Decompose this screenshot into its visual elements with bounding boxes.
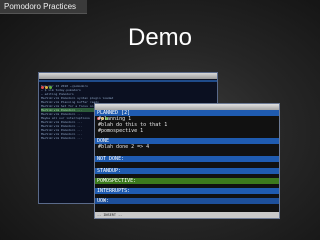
window-titlebar[interactable]	[39, 73, 217, 89]
section-uow: UOW:	[95, 198, 279, 204]
minimize-icon[interactable]	[45, 86, 48, 89]
vim-status-line: -- INSERT --	[95, 212, 279, 218]
zoom-icon[interactable]	[49, 86, 52, 89]
terminal-tab-bar	[39, 80, 217, 82]
slide-title: Demo	[128, 24, 193, 51]
vim-editor-window[interactable]: PLANNED [2] #planning 1 #blah do this to…	[94, 103, 280, 219]
close-icon[interactable]	[41, 86, 44, 89]
slide-header: Pomodoro Practices	[0, 0, 87, 14]
vim-buffer[interactable]: PLANNED [2] #planning 1 #blah do this to…	[95, 110, 279, 204]
